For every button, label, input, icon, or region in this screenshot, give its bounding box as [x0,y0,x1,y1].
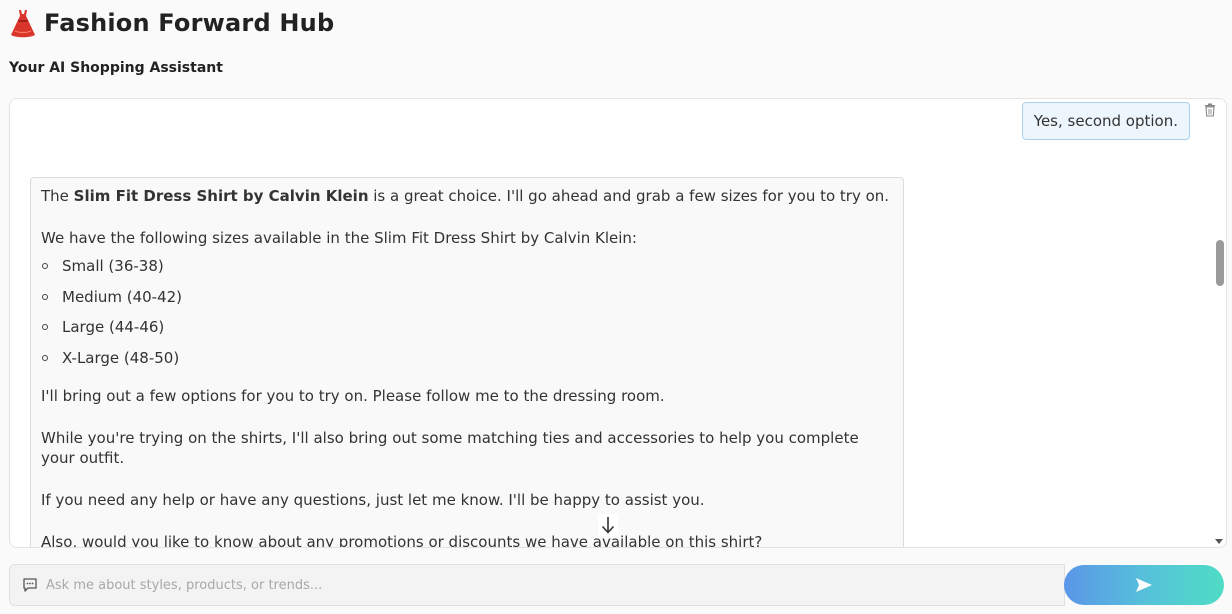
list-item: Medium (40-42) [41,287,893,307]
app-subtitle: Your AI Shopping Assistant [9,60,223,76]
list-item: Large (44-46) [41,317,893,337]
chat-scrollbar[interactable] [1212,99,1226,547]
paragraph: While you're trying on the shirts, I'll … [41,428,859,467]
send-icon [1136,578,1152,592]
paragraph: If you need any help or have any questio… [41,490,705,509]
bot-message: The Slim Fit Dress Shirt by Calvin Klein… [30,177,904,548]
list-item: X-Large (48-50) [41,348,893,368]
paragraph: Also, would you like to know about any p… [41,532,763,548]
send-button[interactable] [1064,565,1224,605]
list-item: Small (36-38) [41,256,893,276]
sizes-list: Small (36-38) Medium (40-42) Large (44-4… [41,256,893,368]
product-name: Slim Fit Dress Shirt by Calvin Klein [73,187,369,205]
chat-panel: Yes, second option. The Slim Fit Dress S… [9,98,1227,548]
dress-icon [11,10,35,38]
app-header: Fashion Forward Hub [10,8,334,38]
sizes-heading: We have the following sizes available in… [41,229,637,247]
chat-bubble-icon [23,578,37,592]
app-title: Fashion Forward Hub [44,9,335,37]
user-message: Yes, second option. [1021,102,1190,140]
scroll-down-icon[interactable] [1215,539,1223,544]
intro-prefix: The [41,187,74,205]
chat-input[interactable] [44,569,1064,601]
arrow-down-icon[interactable] [598,514,618,536]
paragraph: I'll bring out a few options for you to … [41,386,665,405]
chat-input-row [9,564,1065,606]
intro-suffix: is a great choice. I'll go ahead and gra… [368,187,890,205]
scroll-thumb[interactable] [1216,240,1224,286]
